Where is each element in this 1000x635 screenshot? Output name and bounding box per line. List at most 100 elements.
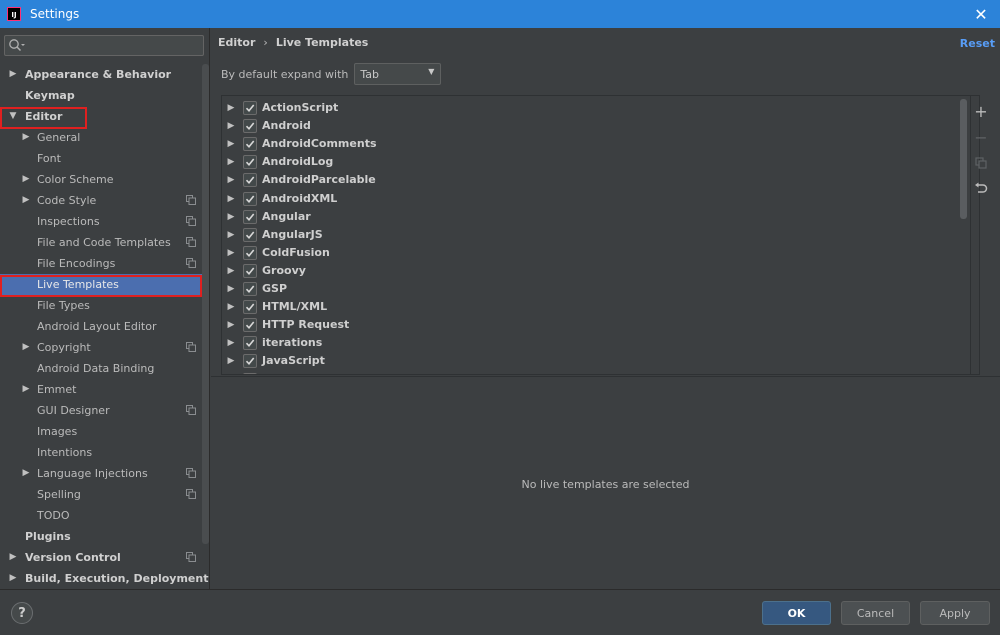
template-group-javascript[interactable]: ▶ JavaScript [222, 352, 325, 370]
collapsed-arrow-icon[interactable]: ▶ [8, 547, 18, 568]
sidebar-item-color-scheme[interactable]: ▶ Color Scheme [0, 169, 202, 190]
sidebar-item-live-templates[interactable]: Live Templates [0, 274, 202, 295]
sidebar-scrollbar[interactable] [202, 64, 209, 544]
sidebar-item-keymap[interactable]: Keymap [0, 85, 202, 106]
sidebar-item-emmet[interactable]: ▶ Emmet [0, 379, 202, 400]
sidebar-item-file-types[interactable]: File Types [0, 295, 202, 316]
template-checkbox[interactable] [243, 191, 257, 206]
collapsed-arrow-icon[interactable]: ▶ [21, 379, 31, 400]
template-checkbox[interactable] [243, 137, 257, 152]
collapsed-arrow-icon[interactable]: ▶ [226, 244, 236, 262]
sidebar-item-images[interactable]: Images [0, 421, 202, 442]
collapsed-arrow-icon[interactable]: ▶ [226, 153, 236, 171]
search-input[interactable] [26, 36, 203, 55]
collapsed-arrow-icon[interactable]: ▶ [226, 190, 236, 208]
collapsed-arrow-icon[interactable]: ▶ [226, 262, 236, 280]
remove-template-button[interactable]: − [970, 124, 992, 150]
template-group-angularjs[interactable]: ▶ AngularJS [222, 226, 323, 244]
sidebar-item-label: Spelling [37, 488, 81, 501]
sidebar-item-build-execution-deployment[interactable]: ▶ Build, Execution, Deployment [0, 568, 209, 589]
sidebar-item-intentions[interactable]: Intentions [0, 442, 202, 463]
close-button[interactable]: ✕ [970, 3, 992, 25]
collapsed-arrow-icon[interactable]: ▶ [226, 334, 236, 352]
sidebar-item-plugins[interactable]: Plugins [0, 526, 202, 547]
template-checkbox[interactable] [243, 101, 257, 115]
sidebar-item-copyright[interactable]: ▶ Copyright [0, 337, 202, 358]
help-button[interactable]: ? [11, 602, 33, 624]
sidebar-item-language-injections[interactable]: ▶ Language Injections [0, 463, 202, 484]
template-group-angular[interactable]: ▶ Angular [222, 208, 311, 226]
search-box[interactable] [4, 35, 204, 56]
sidebar-item-editor[interactable]: ▼ Editor [0, 106, 202, 127]
collapsed-arrow-icon[interactable]: ▶ [21, 463, 31, 484]
sidebar-item-version-control[interactable]: ▶ Version Control [0, 547, 202, 568]
template-group-iterations[interactable]: ▶ iterations [222, 334, 322, 352]
sidebar-item-font[interactable]: Font [0, 148, 202, 169]
template-group-androidxml[interactable]: ▶ AndroidXML [222, 190, 337, 208]
sidebar-item-file-encodings[interactable]: File Encodings [0, 253, 202, 274]
template-checkbox[interactable] [243, 354, 257, 369]
template-group-androidcomments[interactable]: ▶ AndroidComments [222, 135, 377, 153]
collapsed-arrow-icon[interactable]: ▶ [226, 171, 236, 189]
collapsed-arrow-icon[interactable]: ▶ [226, 208, 236, 226]
sidebar-item-file-and-code-templates[interactable]: File and Code Templates [0, 232, 202, 253]
template-checkbox[interactable] [243, 173, 257, 188]
collapsed-arrow-icon[interactable]: ▶ [21, 190, 31, 211]
ok-button[interactable]: OK [762, 601, 831, 625]
template-group-androidlog[interactable]: ▶ AndroidLog [222, 153, 333, 171]
template-checkbox[interactable] [243, 336, 257, 351]
templates-scrollbar[interactable] [960, 99, 967, 219]
sidebar-item-android-data-binding[interactable]: Android Data Binding [0, 358, 202, 379]
collapsed-arrow-icon[interactable]: ▶ [8, 64, 18, 85]
template-checkbox[interactable] [243, 209, 257, 224]
sidebar-item-gui-designer[interactable]: GUI Designer [0, 400, 202, 421]
template-group-javascript-testing[interactable]: ▶ JavaScript Testing [222, 371, 374, 375]
collapsed-arrow-icon[interactable]: ▶ [8, 568, 18, 589]
sidebar-item-android-layout-editor[interactable]: Android Layout Editor [0, 316, 202, 337]
expanded-arrow-icon[interactable]: ▼ [8, 106, 18, 127]
collapsed-arrow-icon[interactable]: ▶ [21, 337, 31, 358]
template-group-android[interactable]: ▶ Android [222, 117, 311, 135]
restore-defaults-button[interactable] [970, 176, 992, 202]
collapsed-arrow-icon[interactable]: ▶ [226, 135, 236, 153]
apply-button[interactable]: Apply [920, 601, 990, 625]
collapsed-arrow-icon[interactable]: ▶ [226, 371, 236, 375]
template-checkbox[interactable] [243, 300, 257, 315]
collapsed-arrow-icon[interactable]: ▶ [21, 169, 31, 190]
collapsed-arrow-icon[interactable]: ▶ [226, 352, 236, 370]
collapsed-arrow-icon[interactable]: ▶ [21, 127, 31, 148]
collapsed-arrow-icon[interactable]: ▶ [226, 280, 236, 298]
template-checkbox[interactable] [243, 263, 257, 278]
template-checkbox[interactable] [243, 227, 257, 242]
template-group-html-xml[interactable]: ▶ HTML/XML [222, 298, 327, 316]
template-group-name: AndroidComments [262, 137, 377, 151]
template-checkbox[interactable] [243, 155, 257, 170]
template-checkbox[interactable] [243, 318, 257, 333]
cancel-button[interactable]: Cancel [841, 601, 910, 625]
collapsed-arrow-icon[interactable]: ▶ [226, 316, 236, 334]
template-checkbox[interactable] [243, 119, 257, 134]
copy-template-button[interactable] [970, 150, 992, 176]
template-checkbox[interactable] [243, 282, 257, 296]
sidebar-item-code-style[interactable]: ▶ Code Style [0, 190, 202, 211]
template-group-androidparcelable[interactable]: ▶ AndroidParcelable [222, 171, 376, 189]
template-group-coldfusion[interactable]: ▶ ColdFusion [222, 244, 330, 262]
template-group-http-request[interactable]: ▶ HTTP Request [222, 316, 349, 334]
sidebar-item-general[interactable]: ▶ General [0, 127, 202, 148]
reset-link[interactable]: Reset [960, 37, 995, 50]
sidebar-item-spelling[interactable]: Spelling [0, 484, 202, 505]
expand-select[interactable]: Tab ▼ [354, 63, 442, 85]
template-group-gsp[interactable]: ▶ GSP [222, 280, 287, 298]
sidebar-item-todo[interactable]: TODO [0, 505, 202, 526]
collapsed-arrow-icon[interactable]: ▶ [226, 99, 236, 117]
add-template-button[interactable]: + [970, 98, 992, 124]
collapsed-arrow-icon[interactable]: ▶ [226, 117, 236, 135]
template-checkbox[interactable] [243, 372, 257, 374]
collapsed-arrow-icon[interactable]: ▶ [226, 298, 236, 316]
collapsed-arrow-icon[interactable]: ▶ [226, 226, 236, 244]
sidebar-item-appearance-behavior[interactable]: ▶ Appearance & Behavior [0, 64, 202, 85]
template-group-groovy[interactable]: ▶ Groovy [222, 262, 306, 280]
template-group-actionscript[interactable]: ▶ ActionScript [222, 99, 338, 117]
template-checkbox[interactable] [243, 245, 257, 260]
sidebar-item-inspections[interactable]: Inspections [0, 211, 202, 232]
